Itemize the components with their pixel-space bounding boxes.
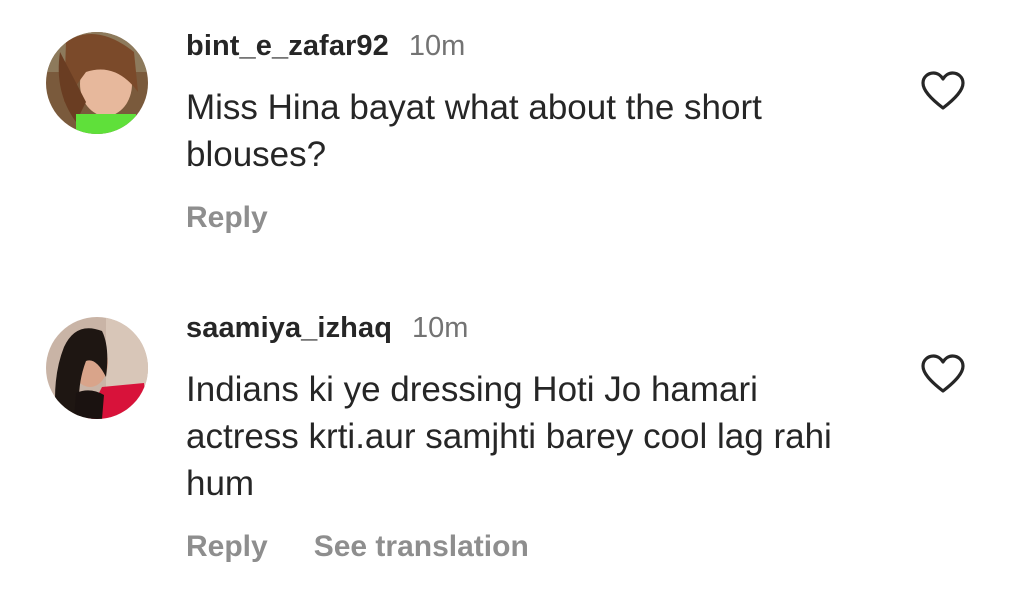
reply-button[interactable]: Reply [186, 530, 268, 564]
comment-content: bint_e_zafar92 10m Miss Hina bayat what … [186, 30, 886, 235]
avatar[interactable] [46, 32, 148, 134]
username[interactable]: bint_e_zafar92 [186, 30, 389, 63]
avatar[interactable] [46, 317, 148, 419]
timestamp: 10m [412, 312, 469, 344]
comment-text: Miss Hina bayat what about the short blo… [186, 88, 762, 174]
timestamp: 10m [408, 30, 466, 62]
comment-content: saamiya_izhaq 10m Indians ki ye dressing… [186, 312, 886, 564]
reply-button[interactable]: Reply [186, 201, 268, 235]
heart-outline-icon[interactable] [920, 353, 966, 395]
comment-item: saamiya_izhaq 10m Indians ki ye dressing… [0, 290, 1024, 594]
username[interactable]: saamiya_izhaq [186, 312, 392, 345]
comment-meta: saamiya_izhaq 10m [186, 312, 886, 352]
user-avatar-photo-icon [46, 317, 148, 419]
comment-text: Indians ki ye dressing Hoti Jo hamari ac… [186, 370, 832, 503]
heart-outline-icon[interactable] [920, 70, 966, 112]
user-avatar-photo-icon [46, 32, 148, 134]
comment-meta: bint_e_zafar92 10m [186, 30, 886, 70]
comment-item: bint_e_zafar92 10m Miss Hina bayat what … [0, 0, 1024, 290]
comment-actions: Reply See translation [186, 530, 886, 564]
comment-actions: Reply [186, 201, 886, 235]
see-translation-button[interactable]: See translation [314, 530, 529, 564]
